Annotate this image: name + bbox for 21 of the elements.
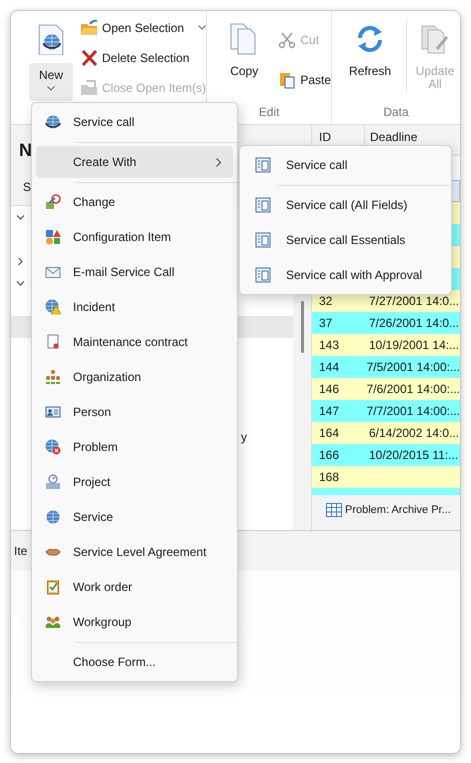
table-cell: 32 (319, 294, 332, 308)
table-cell: 7/26/2001 14:0... (369, 316, 460, 330)
panel-heading: N (19, 140, 32, 162)
table-cell: 7/7/2001 14:00:... (366, 404, 460, 418)
table-cell: 168 (319, 470, 340, 484)
table-cell: 147 (319, 404, 340, 418)
table-cell: 37 (319, 316, 332, 330)
table-cell: 144 (319, 360, 340, 374)
table-cell: 7/27/2001 14:0... (369, 294, 460, 308)
group-label: Edit (258, 104, 280, 121)
status-text: Ite (14, 544, 28, 558)
table-cell: 7/6/2001 14:00:... (366, 382, 460, 396)
table-cell: 146 (319, 382, 340, 396)
table-cell: 143 (319, 338, 340, 352)
table-cell: 166 (319, 448, 340, 462)
table-cell: 6/14/2002 14:0... (369, 426, 460, 440)
table-cell: 10/19/2001 14:... (369, 338, 460, 352)
table-cell: 10/20/2015 11:... (369, 448, 458, 462)
table-cell: 7/5/2001 14:00:... (366, 360, 460, 374)
group-label: Data (382, 104, 410, 121)
table-cell: 164 (319, 426, 340, 440)
